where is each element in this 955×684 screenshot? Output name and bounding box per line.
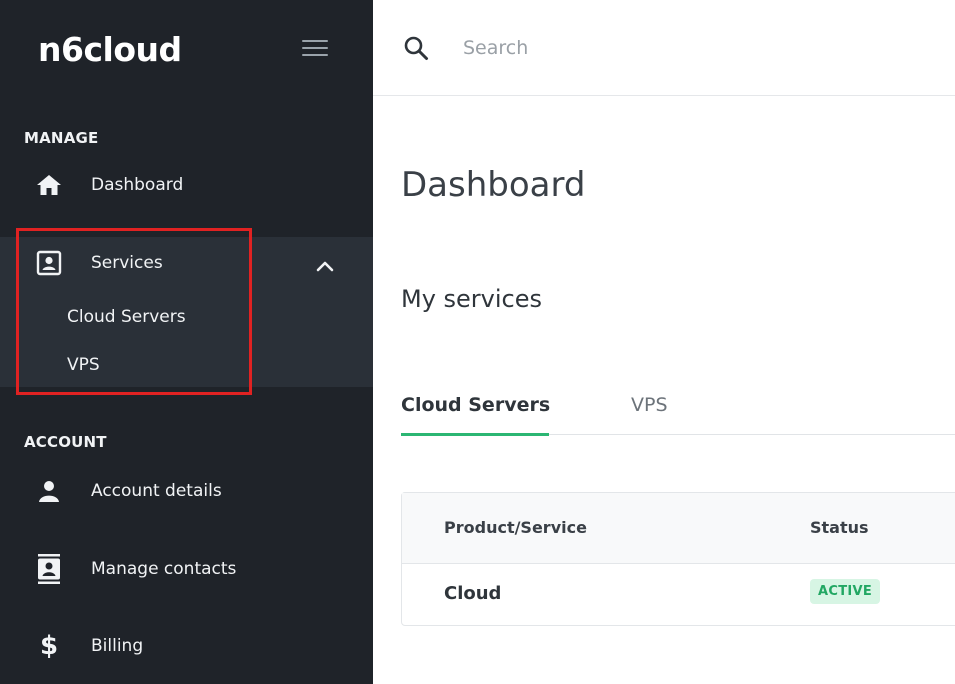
column-header-status[interactable]: Status [810,518,869,537]
section-title: My services [401,285,543,313]
chevron-up-icon[interactable] [315,258,335,274]
sidebar-item-manage-contacts[interactable]: Manage contacts [0,544,373,594]
contacts-book-icon [34,554,64,584]
sidebar-item-dashboard[interactable]: Dashboard [0,160,373,210]
active-tab-indicator [401,433,549,436]
section-label-manage: MANAGE [24,129,99,147]
page-title: Dashboard [401,165,586,205]
home-icon [34,170,64,200]
brand-logo[interactable]: n6cloud [38,30,182,69]
user-icon [34,476,64,506]
hamburger-menu-icon[interactable] [302,40,328,58]
search-icon[interactable] [403,35,429,61]
highlight-annotation-box [16,228,252,395]
services-table: Product/Service Status Cloud ACTIVE [401,492,955,626]
tab-cloud-servers[interactable]: Cloud Servers [401,394,550,416]
tab-vps[interactable]: VPS [631,394,668,416]
sidebar: n6cloud MANAGE Dashboard Services Cloud … [0,0,373,684]
search-input[interactable] [463,31,763,65]
table-header: Product/Service Status [402,493,955,564]
status-badge: ACTIVE [810,579,881,604]
column-header-product[interactable]: Product/Service [444,518,587,537]
sidebar-item-label: Dashboard [91,175,184,195]
section-label-account: ACCOUNT [24,433,107,451]
topbar [373,0,955,96]
dollar-icon: $ [39,631,59,661]
sidebar-item-label: Billing [91,636,144,656]
cell-product[interactable]: Cloud [444,583,501,604]
sidebar-item-billing[interactable]: $ Billing [0,621,373,671]
sidebar-item-account-details[interactable]: Account details [0,466,373,516]
sidebar-item-label: Manage contacts [91,559,237,579]
sidebar-item-label: Account details [91,481,222,501]
